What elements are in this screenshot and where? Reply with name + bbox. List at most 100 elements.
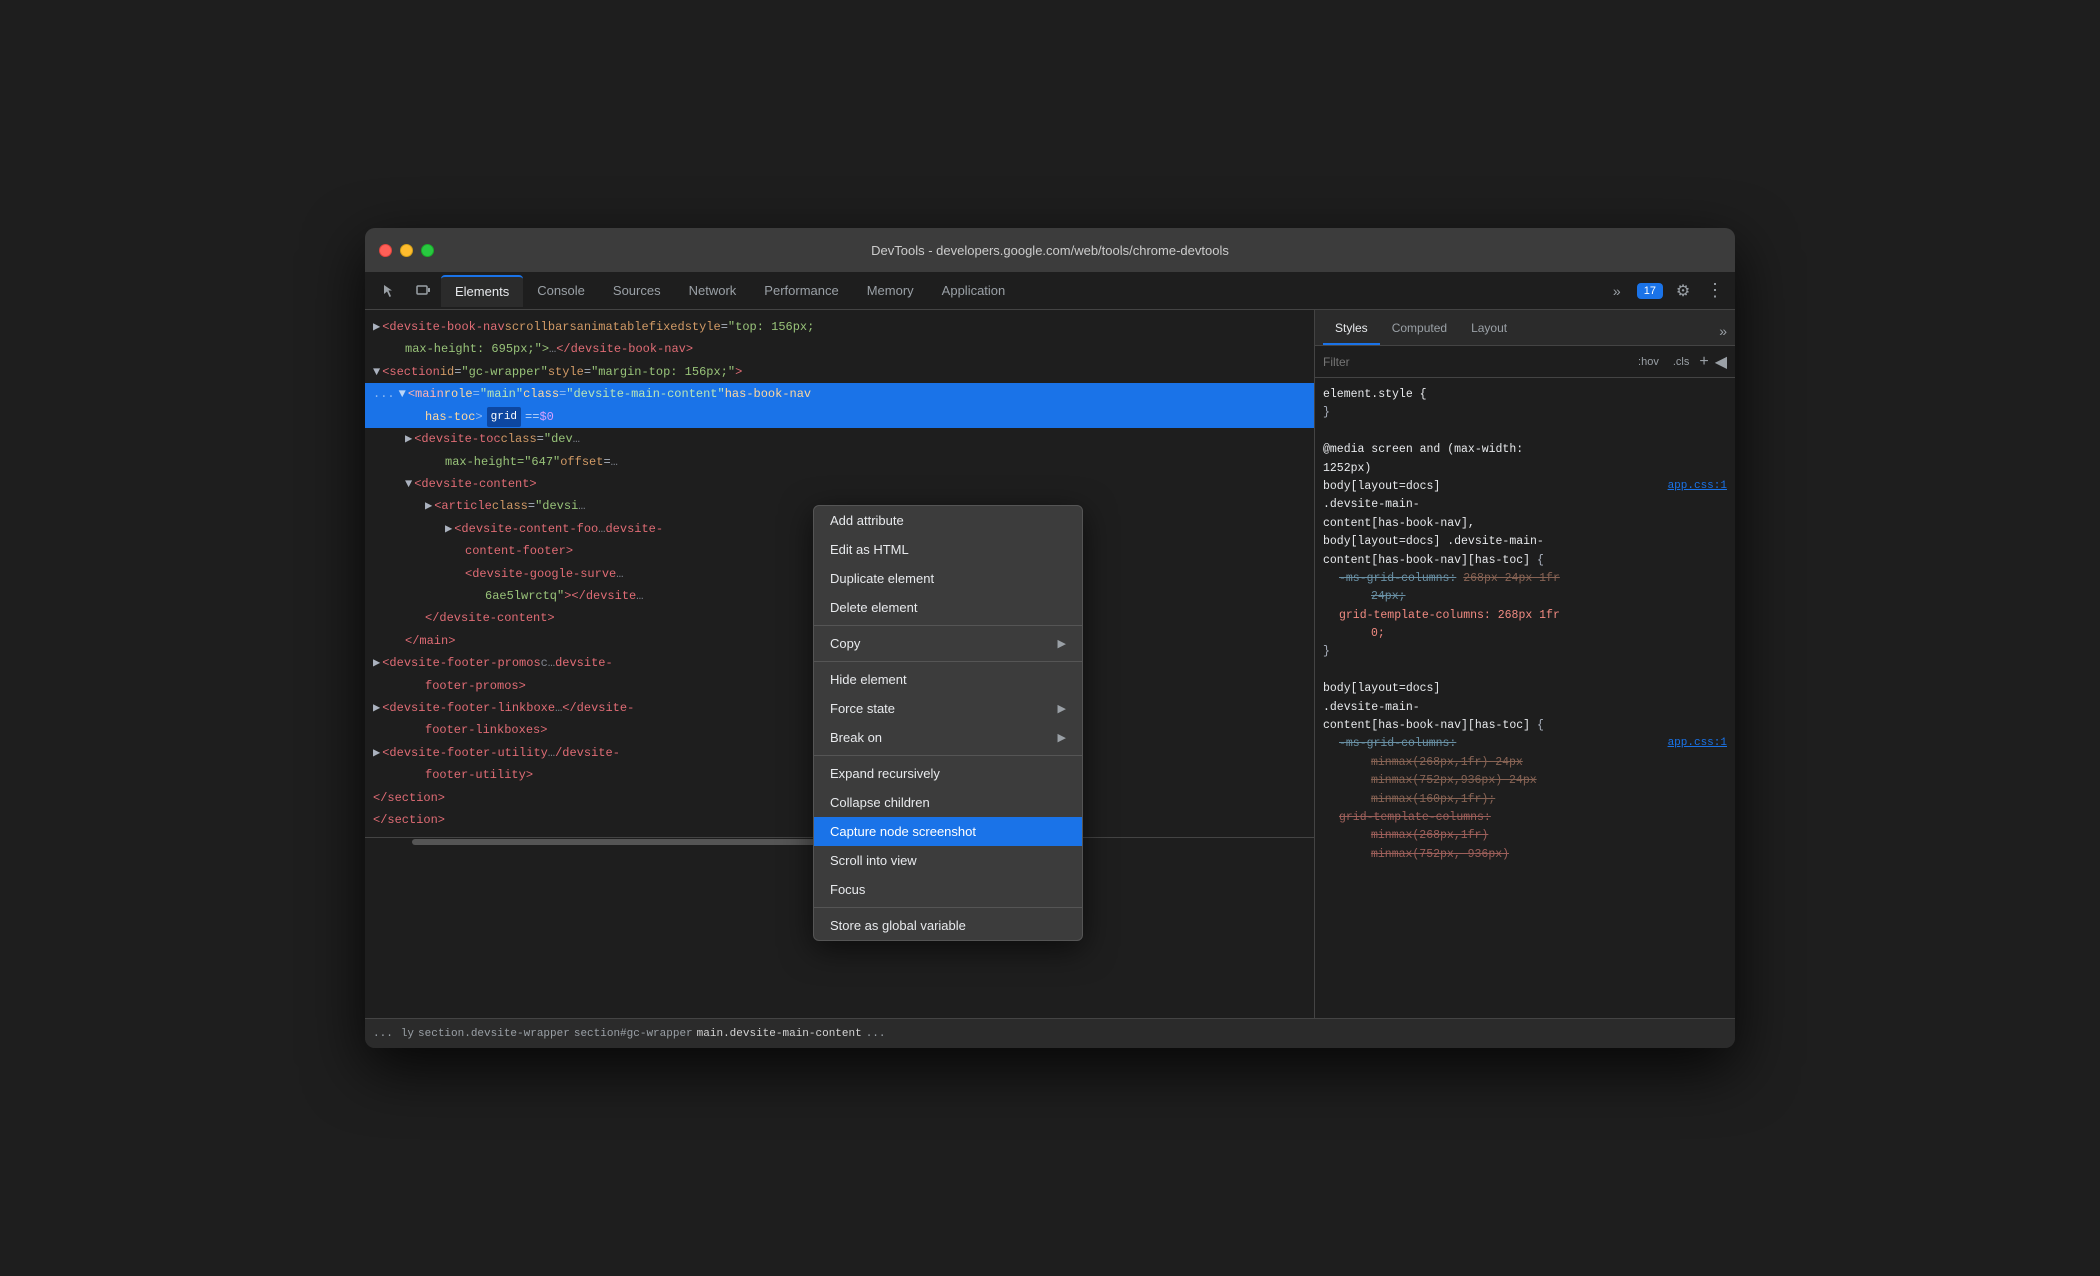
breadcrumb-end-dots: ...: [866, 1028, 886, 1040]
hov-filter[interactable]: :hov: [1634, 354, 1663, 370]
media-query-cont: 1252px): [1323, 460, 1727, 478]
expand-icon[interactable]: ▶: [425, 496, 432, 516]
tab-layout[interactable]: Layout: [1459, 313, 1519, 345]
add-style-rule[interactable]: +: [1699, 353, 1708, 371]
media-query: @media screen and (max-width:: [1323, 441, 1727, 459]
ctx-separator: [814, 625, 1082, 626]
styles-panel: Styles Computed Layout » :hov .cls + ◀: [1315, 310, 1735, 1018]
prop-ms-grid-r2-val2: minmax(752px,936px) 24px: [1323, 772, 1727, 790]
ctx-scroll-into-view[interactable]: Scroll into view: [814, 846, 1082, 875]
ctx-separator: [814, 907, 1082, 908]
selector-2b: .devsite-main-: [1323, 699, 1727, 717]
prop-ms-grid-r2-val: minmax(268px,1fr) 24px: [1323, 754, 1727, 772]
expand-icon[interactable]: ▶: [373, 653, 380, 673]
ctx-edit-as-html[interactable]: Edit as HTML: [814, 535, 1082, 564]
breadcrumb-item[interactable]: section#gc-wrapper: [574, 1028, 693, 1040]
dom-line[interactable]: ▶ <devsite-book-nav scrollbars animatabl…: [365, 316, 1314, 338]
minimize-button[interactable]: [400, 244, 413, 257]
rule-1-close: }: [1323, 643, 1727, 661]
settings-button[interactable]: ⚙: [1669, 277, 1697, 305]
tabbar: Elements Console Sources Network Perform…: [365, 272, 1735, 310]
element-style-close: }: [1323, 404, 1727, 422]
styles-content: element.style { } @media screen and (max…: [1315, 378, 1735, 1018]
expand-icon[interactable]: ▼: [405, 474, 412, 494]
tab-sources[interactable]: Sources: [599, 275, 675, 307]
filter-input[interactable]: [1323, 355, 1628, 369]
ctx-copy[interactable]: Copy ▶: [814, 629, 1082, 658]
tab-elements[interactable]: Elements: [441, 275, 523, 307]
dom-line[interactable]: ▼ <devsite-content>: [365, 473, 1314, 495]
more-options-button[interactable]: ⋮: [1703, 277, 1727, 305]
breadcrumb-item[interactable]: section.devsite-wrapper: [418, 1028, 570, 1040]
more-tabs-button[interactable]: »: [1603, 277, 1631, 305]
dom-line[interactable]: max-height: 695px;"> … </devsite-book-na…: [365, 338, 1314, 360]
dom-line[interactable]: ▼ <section id="gc-wrapper" style="margin…: [365, 361, 1314, 383]
expand-icon[interactable]: ▶: [373, 698, 380, 718]
rule-source-2[interactable]: app.css:1: [1668, 735, 1727, 753]
prop-ms-grid-r2-val3: minmax(160px,1fr);: [1323, 791, 1727, 809]
dom-line[interactable]: max-height="647" offset= …: [365, 451, 1314, 473]
ctx-store-global[interactable]: Store as global variable: [814, 911, 1082, 940]
tab-console[interactable]: Console: [523, 275, 599, 307]
cls-filter[interactable]: .cls: [1669, 354, 1694, 370]
breadcrumb-item[interactable]: ly: [401, 1028, 414, 1040]
expand-icon[interactable]: ▼: [373, 362, 380, 382]
selector-1e: content[has-book-nav][has-toc] {: [1323, 552, 1727, 570]
prop-grid-template: grid-template-columns: 268px 1fr: [1323, 607, 1727, 625]
dom-line-selected[interactable]: ... ▼ <main role="main" class="devsite-m…: [365, 383, 1314, 405]
expand-icon[interactable]: ▶: [405, 429, 412, 449]
ctx-delete-element[interactable]: Delete element: [814, 593, 1082, 622]
more-style-tabs[interactable]: »: [1719, 323, 1727, 345]
expand-icon[interactable]: ▶: [445, 519, 452, 539]
submenu-arrow: ▶: [1058, 637, 1066, 650]
prop-grid-r2-val2: minmax(752px, 936px): [1323, 846, 1727, 864]
prop-ms-grid-r2: -ms-grid-columns:: [1323, 735, 1727, 753]
expand-icon[interactable]: ▶: [373, 743, 380, 763]
breadcrumb-dots: ...: [373, 1028, 393, 1040]
ctx-collapse-children[interactable]: Collapse children: [814, 788, 1082, 817]
selector-2c: content[has-book-nav][has-toc] {: [1323, 717, 1727, 735]
expand-icon[interactable]: ▶: [373, 317, 380, 337]
ctx-hide-element[interactable]: Hide element: [814, 665, 1082, 694]
selector-1b: .devsite-main-: [1323, 496, 1727, 514]
ctx-force-state[interactable]: Force state ▶: [814, 694, 1082, 723]
tab-memory[interactable]: Memory: [853, 275, 928, 307]
ctx-focus[interactable]: Focus: [814, 875, 1082, 904]
dom-line[interactable]: ▶ <devsite-toc class="dev …: [365, 428, 1314, 450]
dom-line-selected-cont[interactable]: has-toc > grid == $0: [365, 406, 1314, 429]
toggle-panel[interactable]: ◀: [1715, 352, 1727, 372]
expand-icon[interactable]: ▼: [399, 384, 406, 404]
prop-ms-grid: -ms-grid-columns: 268px 24px 1fr: [1323, 570, 1727, 588]
tab-network[interactable]: Network: [675, 275, 751, 307]
ctx-expand-recursively[interactable]: Expand recursively: [814, 759, 1082, 788]
maximize-button[interactable]: [421, 244, 434, 257]
tab-computed[interactable]: Computed: [1380, 313, 1459, 345]
titlebar: DevTools - developers.google.com/web/too…: [365, 228, 1735, 272]
close-button[interactable]: [379, 244, 392, 257]
selector-2a: body[layout=docs]: [1323, 680, 1727, 698]
context-menu: Add attribute Edit as HTML Duplicate ele…: [813, 505, 1083, 941]
ctx-add-attribute[interactable]: Add attribute: [814, 506, 1082, 535]
traffic-lights: [379, 244, 434, 257]
prop-ms-grid-2: 24px;: [1323, 588, 1727, 606]
prop-grid-r2: grid-template-columns:: [1323, 809, 1727, 827]
cursor-icon[interactable]: [373, 275, 405, 307]
styles-tabs: Styles Computed Layout »: [1315, 310, 1735, 346]
device-icon[interactable]: [407, 275, 439, 307]
tab-application[interactable]: Application: [928, 275, 1020, 307]
selector-1c: content[has-book-nav],: [1323, 515, 1727, 533]
tab-styles[interactable]: Styles: [1323, 313, 1380, 345]
main-content: ▶ <devsite-book-nav scrollbars animatabl…: [365, 310, 1735, 1018]
breadcrumb-item-active[interactable]: main.devsite-main-content: [697, 1028, 862, 1040]
notification-badge[interactable]: 17: [1637, 283, 1663, 299]
filter-bar: :hov .cls + ◀: [1315, 346, 1735, 378]
selector-1d: body[layout=docs] .devsite-main-: [1323, 533, 1727, 551]
ctx-break-on[interactable]: Break on ▶: [814, 723, 1082, 752]
ctx-duplicate-element[interactable]: Duplicate element: [814, 564, 1082, 593]
ctx-capture-screenshot[interactable]: Capture node screenshot: [814, 817, 1082, 846]
ctx-separator: [814, 661, 1082, 662]
submenu-arrow: ▶: [1058, 731, 1066, 744]
tab-performance[interactable]: Performance: [750, 275, 852, 307]
selector-1a: body[layout=docs]: [1323, 478, 1727, 496]
ctx-separator: [814, 755, 1082, 756]
